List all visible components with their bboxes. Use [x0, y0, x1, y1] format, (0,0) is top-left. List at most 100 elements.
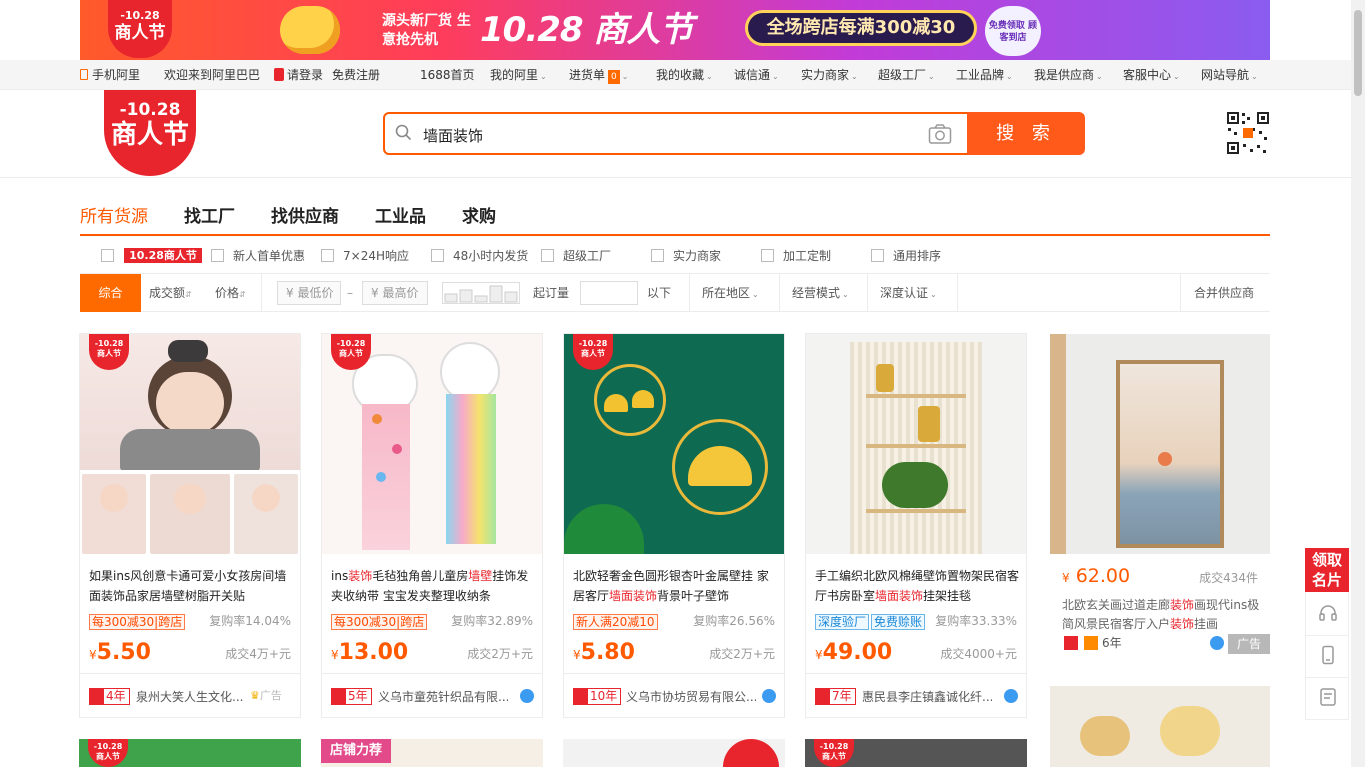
ad-product-card[interactable]: ¥ 62.00 成交434件 北欧玄关画过道走廊装饰画现代ins极简风景民宿客厅…: [1050, 334, 1270, 654]
qr-code-icon[interactable]: [1226, 111, 1270, 155]
tab-industrial[interactable]: 工业品: [375, 202, 426, 227]
product-title[interactable]: 北欧轻奢金色圆形银杏叶金属壁挂 家居客厅墙面装饰背景叶子壁饰: [573, 566, 777, 606]
product-image[interactable]: [1050, 334, 1270, 554]
mobile-link[interactable]: 手机阿里: [80, 68, 140, 82]
product-card[interactable]: -10.28 商人节 如果ins风创意卡通可爱小女孩房间墙面装饰品家居墙壁树脂开关…: [79, 333, 301, 718]
verified-icon: [1004, 689, 1018, 703]
region-dropdown[interactable]: 所在地区 ⌄: [702, 286, 759, 302]
product-image[interactable]: [1050, 686, 1270, 767]
nav-strong-merchant[interactable]: 实力商家 ⌄: [801, 68, 858, 84]
divider: [261, 274, 262, 312]
nav-my-ali[interactable]: 我的阿里 ⌄: [490, 68, 547, 84]
product-card[interactable]: -10.28 商人节 ins装饰毛毡独角兽儿童房墙壁挂饰发夹收纳带 宝宝发夹整理收…: [321, 333, 543, 718]
nav-supplier[interactable]: 我是供应商 ⌄: [1034, 68, 1103, 84]
supplier-row[interactable]: 4年 泉州大笑人生文化... ♛广告: [80, 673, 300, 717]
company-name[interactable]: 义乌市童苑针织品有限...: [378, 689, 508, 705]
supplier-row[interactable]: 10年 义乌市协坊贸易有限公...: [564, 673, 784, 717]
filter-label[interactable]: 48小时内发货: [453, 249, 528, 263]
search-button[interactable]: 搜 索: [967, 112, 1085, 155]
nav-industrial-brand[interactable]: 工业品牌 ⌄: [956, 68, 1013, 84]
sort-comprehensive[interactable]: 综合: [80, 274, 141, 312]
divider: [957, 274, 958, 312]
promo-banner[interactable]: -10.28 商人节 源头新厂货 生意抢先机 10.28 商人节 全场跨店每满30…: [80, 0, 1270, 60]
sort-price[interactable]: 价格⇵: [215, 286, 246, 302]
badge-1028: -10.28 商人节: [88, 739, 128, 767]
cert-dropdown[interactable]: 深度认证 ⌄: [880, 286, 937, 302]
register-link[interactable]: 免费注册: [332, 68, 380, 82]
product-image[interactable]: [806, 334, 1026, 554]
filter-label[interactable]: 7×24H响应: [343, 249, 409, 263]
price-range-chart-icon[interactable]: [442, 282, 520, 304]
banner-offer[interactable]: 全场跨店每满300减30: [745, 10, 977, 46]
deal-amount: 成交4000+元: [940, 647, 1017, 661]
product-image[interactable]: [563, 739, 785, 767]
trust-icon: [90, 689, 104, 704]
nav-1688-home[interactable]: 1688首页: [420, 68, 475, 82]
banner-festival-title: 10.28 商人节: [480, 10, 693, 50]
product-title[interactable]: 如果ins风创意卡通可爱小女孩房间墙面装饰品家居墙壁树脂开关贴: [89, 566, 293, 606]
banner-coin[interactable]: 免费领取 顾客到店: [985, 6, 1041, 56]
repurchase-rate: 复购率14.04%: [209, 614, 291, 628]
search-icon: [395, 124, 412, 141]
company-name[interactable]: 义乌市协坊贸易有限公...: [626, 689, 756, 705]
checkbox-general-sort[interactable]: [871, 249, 884, 262]
company-name[interactable]: 泉州大笑人生文化...: [136, 689, 266, 705]
chevron-down-icon: ⌄: [1251, 72, 1258, 81]
promo-tag: 每300减30|跨店: [89, 614, 186, 630]
headset-icon[interactable]: [1318, 603, 1338, 623]
checkbox-custom[interactable]: [761, 249, 774, 262]
scrollbar-thumb[interactable]: [1354, 10, 1362, 96]
checkbox-48h[interactable]: [431, 249, 444, 262]
product-image[interactable]: -10.28 商人节: [805, 739, 1027, 767]
merge-suppliers[interactable]: 合并供应商: [1194, 286, 1254, 300]
chevron-down-icon: ⌄: [928, 72, 935, 81]
nav-super-factory[interactable]: 超级工厂 ⌄: [878, 68, 935, 84]
moq-label: 起订量: [533, 286, 570, 300]
repurchase-rate: 复购率33.33%: [935, 614, 1017, 628]
mode-dropdown[interactable]: 经营模式 ⌄: [792, 286, 849, 302]
supplier-row[interactable]: 7年 惠民县李庄镇鑫诚化纤...: [806, 673, 1026, 717]
search-input[interactable]: 墙面装饰: [423, 125, 483, 146]
product-title[interactable]: ins装饰毛毡独角兽儿童房墙壁挂饰发夹收纳带 宝宝发夹整理收纳条: [331, 566, 535, 606]
nav-site-map[interactable]: 网站导航 ⌄: [1201, 68, 1258, 84]
checkbox-1028[interactable]: [101, 249, 114, 262]
nav-cart[interactable]: 进货单 0 ⌄: [569, 68, 628, 84]
tab-find-supplier[interactable]: 找供应商: [271, 202, 339, 227]
checkbox-super-factory[interactable]: [541, 249, 554, 262]
tab-all-sources[interactable]: 所有货源: [80, 202, 148, 227]
filter-label[interactable]: 超级工厂: [563, 249, 611, 263]
product-title[interactable]: 北欧玄关画过道走廊装饰画现代ins极简风景民宿客厅入户装饰挂画: [1062, 596, 1262, 634]
divider: [867, 274, 868, 312]
search-bar: 墙面装饰 搜 索: [383, 112, 1085, 155]
camera-icon[interactable]: [928, 123, 952, 145]
mobile-icon[interactable]: [1318, 645, 1338, 665]
filter-label[interactable]: 通用排序: [893, 249, 941, 263]
scrollbar[interactable]: [1351, 0, 1365, 767]
checkbox-new-user[interactable]: [211, 249, 224, 262]
nav-service[interactable]: 客服中心 ⌄: [1123, 68, 1180, 84]
product-title[interactable]: 手工编织北欧风棉绳壁饰置物架民宿客厅书房卧室墙面装饰挂架挂毯: [815, 566, 1019, 606]
get-card-button[interactable]: 领取名片: [1305, 548, 1349, 592]
filter-label[interactable]: 新人首单优惠: [233, 249, 305, 263]
product-image[interactable]: 店铺力荐: [321, 739, 543, 767]
filter-label[interactable]: 实力商家: [673, 249, 721, 263]
tab-purchase[interactable]: 求购: [462, 202, 496, 227]
supplier-row[interactable]: 5年 义乌市童苑针织品有限...: [322, 673, 542, 717]
feedback-icon[interactable]: [1318, 687, 1338, 707]
tab-find-factory[interactable]: 找工厂: [184, 202, 235, 227]
filter-label[interactable]: 加工定制: [783, 249, 831, 263]
product-image[interactable]: -10.28 商人节: [79, 739, 301, 767]
nav-chengxin[interactable]: 诚信通 ⌄: [734, 68, 779, 84]
login-link[interactable]: 请登录: [274, 68, 323, 82]
product-card[interactable]: -10.28 商人节 北欧轻奢金色圆形银杏叶金属壁挂 家居客厅墙面装饰背景叶子壁饰…: [563, 333, 785, 718]
product-card[interactable]: 手工编织北欧风棉绳壁饰置物架民宿客厅书房卧室墙面装饰挂架挂毯 深度验厂 免费赊账 …: [805, 333, 1027, 718]
checkbox-24h[interactable]: [321, 249, 334, 262]
checkbox-strong-merchant[interactable]: [651, 249, 664, 262]
max-price-input[interactable]: ¥ 最高价: [362, 281, 428, 305]
company-name[interactable]: 惠民县李庄镇鑫诚化纤...: [862, 689, 992, 705]
years-badge: 10年: [573, 688, 622, 705]
sort-turnover[interactable]: 成交额⇵: [149, 286, 192, 302]
min-price-input[interactable]: ¥ 最低价: [277, 281, 341, 305]
moq-input[interactable]: [580, 281, 638, 305]
nav-favorites[interactable]: 我的收藏 ⌄: [656, 68, 713, 84]
